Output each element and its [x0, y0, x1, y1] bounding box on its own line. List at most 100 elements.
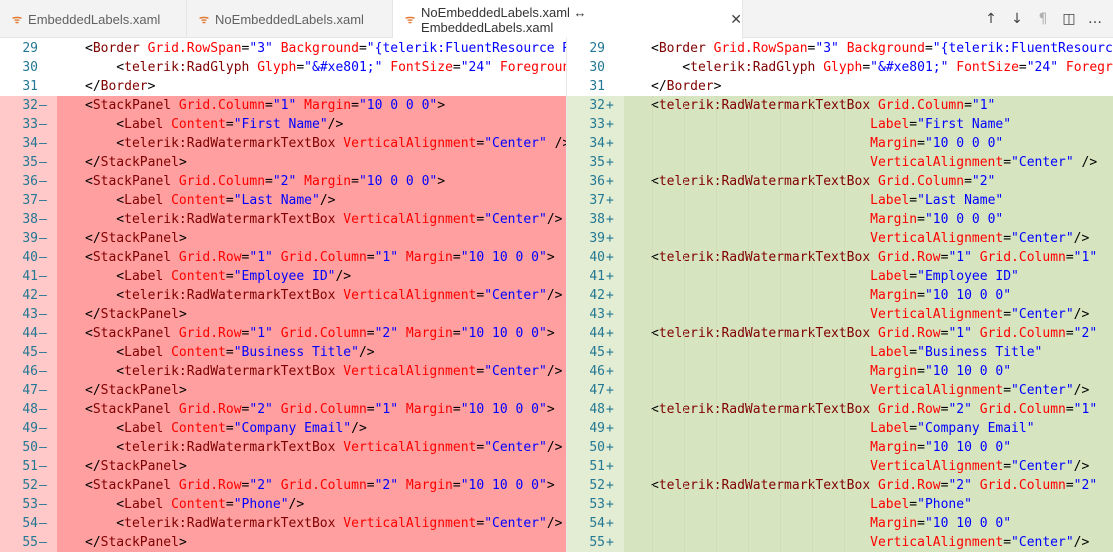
line-number: 40: [22, 250, 38, 265]
code-line[interactable]: 41 + Label="Employee ID": [567, 267, 1113, 286]
code-line[interactable]: 55– </StackPanel>: [0, 533, 566, 552]
xml-punctuation-token: <: [85, 402, 93, 417]
removed-marker: –: [39, 250, 47, 265]
code-line[interactable]: 36– <StackPanel Grid.Column="2" Margin="1…: [0, 172, 566, 191]
code-line[interactable]: 53 + Label="Phone": [567, 495, 1113, 514]
xml-tag-token: Border: [92, 41, 148, 56]
next-change-icon[interactable]: ↓: [1009, 11, 1025, 27]
xml-punctuation-token: =: [351, 174, 359, 189]
previous-change-icon[interactable]: ↑: [983, 11, 999, 27]
xml-punctuation-token: <: [85, 516, 125, 531]
xml-punctuation-token: />: [1073, 231, 1090, 246]
added-marker: +: [606, 326, 614, 341]
code-line[interactable]: 41– <Label Content="Employee ID"/>: [0, 267, 566, 286]
code-line[interactable]: 42 + Margin="10 10 0 0": [567, 286, 1113, 305]
code-line[interactable]: 54– <telerik:RadWatermarkTextBox Vertica…: [0, 514, 566, 533]
code-line[interactable]: 35 + VerticalAlignment="Center" />: [567, 153, 1113, 172]
code-line[interactable]: 39 + VerticalAlignment="Center"/>: [567, 229, 1113, 248]
close-icon[interactable]: ✕: [730, 12, 742, 28]
code-line[interactable]: 34– <telerik:RadWatermarkTextBox Vertica…: [0, 134, 566, 153]
code-line[interactable]: 52– <StackPanel Grid.Row="2" Grid.Column=…: [0, 476, 566, 495]
tab-no-embedded-labels[interactable]: ᯤ NoEmbeddedLabels.xaml: [187, 0, 393, 38]
removed-marker: –: [39, 478, 47, 493]
code-line[interactable]: 35– </StackPanel>: [0, 153, 566, 172]
modified-editor-pane[interactable]: 29 <Border Grid.RowSpan="3" Background="{…: [566, 38, 1113, 552]
tab-diff[interactable]: ᯤ NoEmbeddedLabels.xaml ↔ EmbeddedLabels…: [393, 0, 743, 39]
code-line[interactable]: 47 + VerticalAlignment="Center"/>: [567, 381, 1113, 400]
xml-tag-token: StackPanel: [92, 174, 179, 189]
code-line[interactable]: 53– <Label Content="Phone"/>: [0, 495, 566, 514]
xml-attribute-token: VerticalAlignment: [870, 231, 1004, 246]
code-line[interactable]: 48 + <telerik:RadWatermarkTextBox Grid.Row…: [567, 400, 1113, 419]
more-actions-icon[interactable]: …: [1087, 11, 1103, 27]
xml-value-token: "Employee ID": [233, 269, 336, 284]
code-line[interactable]: 44– <StackPanel Grid.Row="1" Grid.Column=…: [0, 324, 566, 343]
xml-attribute-token: VerticalAlignment: [870, 307, 1004, 322]
code-line[interactable]: 49 + Label="Company Email": [567, 419, 1113, 438]
code-line[interactable]: 40– <StackPanel Grid.Row="1" Grid.Column=…: [0, 248, 566, 267]
code-line[interactable]: 50 + Margin="10 10 0 0": [567, 438, 1113, 457]
xml-value-token: "Last Name": [233, 193, 320, 208]
line-number: 39: [589, 231, 605, 246]
code-text: Margin="10 10 0 0": [651, 438, 1011, 457]
xml-punctuation-token: />: [1073, 307, 1090, 322]
code-line[interactable]: 33 + Label="First Name": [567, 115, 1113, 134]
code-line[interactable]: 34 + Margin="10 0 0 0": [567, 134, 1113, 153]
code-line[interactable]: 45– <Label Content="Business Title"/>: [0, 343, 566, 362]
code-line[interactable]: 36 + <telerik:RadWatermarkTextBox Grid.Col…: [567, 172, 1113, 191]
code-line[interactable]: 51– </StackPanel>: [0, 457, 566, 476]
code-line[interactable]: 37– <Label Content="Last Name"/>: [0, 191, 566, 210]
code-line[interactable]: 32– <StackPanel Grid.Column="1" Margin="1…: [0, 96, 566, 115]
code-line[interactable]: 55 + VerticalAlignment="Center"/>: [567, 533, 1113, 552]
code-line[interactable]: 44 + <telerik:RadWatermarkTextBox Grid.Row…: [567, 324, 1113, 343]
tab-label: EmbeddedLabels.xaml: [28, 11, 161, 27]
code-line[interactable]: 32 + <telerik:RadWatermarkTextBox Grid.Col…: [567, 96, 1113, 115]
xml-punctuation-token: <: [85, 41, 93, 56]
code-line[interactable]: 48– <StackPanel Grid.Row="2" Grid.Column=…: [0, 400, 566, 419]
code-line[interactable]: 37 + Label="Last Name": [567, 191, 1113, 210]
code-line[interactable]: 54 + Margin="10 10 0 0": [567, 514, 1113, 533]
xml-value-token: "Phone": [917, 497, 972, 512]
xml-attribute-token: Margin: [304, 98, 352, 113]
code-line[interactable]: 40 + <telerik:RadWatermarkTextBox Grid.Row…: [567, 248, 1113, 267]
code-line[interactable]: 31 </Border>: [567, 77, 1113, 96]
code-line[interactable]: 46– <telerik:RadWatermarkTextBox Vertica…: [0, 362, 566, 381]
split-editor-icon[interactable]: ◫: [1061, 11, 1077, 27]
code-line[interactable]: 39– </StackPanel>: [0, 229, 566, 248]
xml-punctuation-token: [273, 250, 281, 265]
code-line[interactable]: 38 + Margin="10 0 0 0": [567, 210, 1113, 229]
code-line[interactable]: 43 + VerticalAlignment="Center"/>: [567, 305, 1113, 324]
code-line[interactable]: 52 + <telerik:RadWatermarkTextBox Grid.Row…: [567, 476, 1113, 495]
line-number: 48: [22, 402, 38, 417]
code-line[interactable]: 50– <telerik:RadWatermarkTextBox Vertica…: [0, 438, 566, 457]
xml-punctuation-token: =: [366, 326, 375, 341]
code-line[interactable]: 51 + VerticalAlignment="Center"/>: [567, 457, 1113, 476]
toggle-whitespace-icon[interactable]: ¶: [1035, 11, 1051, 27]
xml-punctuation-token: =: [964, 98, 972, 113]
code-line[interactable]: 29 <Border Grid.RowSpan="3" Background="{…: [567, 39, 1113, 58]
code-line[interactable]: 43– </StackPanel>: [0, 305, 566, 324]
xml-value-token: "1": [948, 326, 972, 341]
code-line[interactable]: 30 <telerik:RadGlyph Glyph="&#xe801;" Fo…: [567, 58, 1113, 77]
xml-punctuation-token: =: [1065, 250, 1074, 265]
code-line[interactable]: 45 + Label="Business Title": [567, 343, 1113, 362]
tab-embedded-labels[interactable]: ᯤ EmbeddedLabels.xaml: [0, 0, 187, 38]
line-number: 46: [22, 364, 38, 379]
xml-value-token: "Center": [484, 136, 547, 151]
code-line[interactable]: 29 <Border Grid.RowSpan="3" Background="{…: [0, 39, 566, 58]
code-line[interactable]: 47– </StackPanel>: [0, 381, 566, 400]
code-line[interactable]: 31 </Border>: [0, 77, 566, 96]
line-number: 39: [22, 231, 38, 246]
code-line[interactable]: 46 + Margin="10 10 0 0": [567, 362, 1113, 381]
code-line[interactable]: 42– <telerik:RadWatermarkTextBox Vertica…: [0, 286, 566, 305]
xml-attribute-token: VerticalAlignment: [343, 364, 477, 379]
line-number: 49: [589, 421, 605, 436]
indent-guide: [684, 96, 686, 552]
original-editor-pane[interactable]: 29 <Border Grid.RowSpan="3" Background="{…: [0, 38, 566, 552]
code-line[interactable]: 30 <telerik:RadGlyph Glyph="&#xe801;" Fo…: [0, 58, 566, 77]
code-line[interactable]: 38– <telerik:RadWatermarkTextBox Vertica…: [0, 210, 566, 229]
added-marker: +: [606, 307, 614, 322]
code-line[interactable]: 49– <Label Content="Company Email"/>: [0, 419, 566, 438]
code-line[interactable]: 33– <Label Content="First Name"/>: [0, 115, 566, 134]
xml-tag-token: StackPanel: [100, 307, 179, 322]
